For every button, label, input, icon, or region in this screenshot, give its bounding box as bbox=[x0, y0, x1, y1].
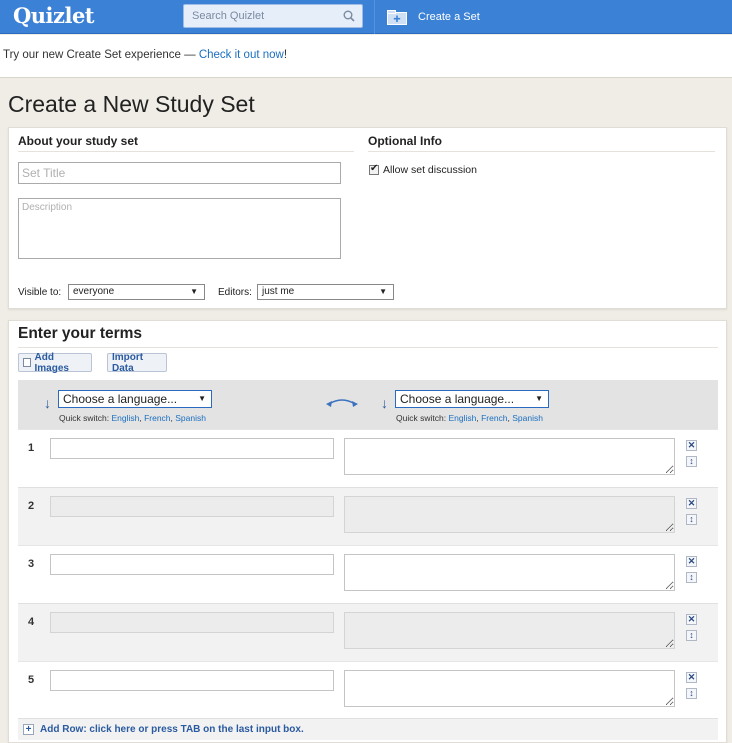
search-icon[interactable] bbox=[343, 10, 355, 22]
dropdown-arrow-icon: ▼ bbox=[190, 287, 198, 296]
term-quick-switch: Quick switch: English, French, Spanish bbox=[59, 413, 206, 423]
quick-switch-spanish[interactable]: Spanish bbox=[512, 413, 543, 423]
quick-switch-label: Quick switch: bbox=[396, 413, 449, 423]
quick-switch-spanish[interactable]: Spanish bbox=[175, 413, 206, 423]
plus-icon: + bbox=[23, 724, 34, 735]
import-data-button[interactable]: Import Data bbox=[107, 351, 167, 374]
editors-value: just me bbox=[262, 286, 295, 297]
language-bar: ↓ Choose a language... ▼ Quick switch: E… bbox=[18, 380, 718, 429]
quick-switch-english[interactable]: English bbox=[111, 413, 139, 423]
down-arrow-icon: ↓ bbox=[381, 395, 388, 411]
delete-row-icon[interactable]: ✕ bbox=[686, 556, 697, 567]
definition-input[interactable] bbox=[344, 612, 675, 649]
down-arrow-icon: ↓ bbox=[44, 395, 51, 411]
quick-switch-french[interactable]: French bbox=[144, 413, 170, 423]
study-set-info-panel: About your study set Optional Info Visib… bbox=[8, 127, 727, 309]
reorder-row-icon[interactable]: ↕ bbox=[686, 514, 697, 525]
folder-plus-icon bbox=[387, 9, 407, 25]
term-row: 3 ✕ ↕ bbox=[18, 545, 718, 603]
editors-select[interactable]: just me ▼ bbox=[257, 284, 394, 300]
reorder-row-icon[interactable]: ↕ bbox=[686, 456, 697, 467]
row-number: 3 bbox=[28, 558, 35, 570]
about-heading: About your study set bbox=[18, 134, 139, 148]
definition-input[interactable] bbox=[344, 670, 675, 707]
create-set-link[interactable]: Create a Set bbox=[387, 0, 480, 34]
add-row-label: Add Row: click here or press TAB on the … bbox=[40, 724, 304, 735]
add-images-button[interactable]: Add Images bbox=[18, 351, 92, 374]
create-set-label[interactable]: Create a Set bbox=[418, 11, 480, 23]
definition-language-select[interactable]: Choose a language... ▼ bbox=[395, 390, 549, 408]
optional-heading: Optional Info bbox=[368, 134, 442, 148]
quick-switch-label: Quick switch: bbox=[59, 413, 112, 423]
allow-discussion-label[interactable]: Allow set discussion bbox=[383, 164, 477, 176]
dropdown-arrow-icon: ▼ bbox=[198, 394, 206, 403]
optional-divider bbox=[368, 151, 715, 152]
term-language-select[interactable]: Choose a language... ▼ bbox=[58, 390, 212, 408]
definition-language-value: Choose a language... bbox=[400, 392, 515, 406]
checkbox-checked-icon[interactable] bbox=[369, 163, 379, 175]
add-row-button[interactable]: + Add Row: click here or press TAB on th… bbox=[18, 718, 718, 740]
term-language-value: Choose a language... bbox=[63, 392, 178, 406]
definition-input[interactable] bbox=[344, 438, 675, 475]
definition-quick-switch: Quick switch: English, French, Spanish bbox=[396, 413, 543, 423]
definition-input[interactable] bbox=[344, 554, 675, 591]
reorder-row-icon[interactable]: ↕ bbox=[686, 572, 697, 583]
top-bar: Quizlet Create a Set bbox=[0, 0, 732, 34]
page-title: Create a New Study Set bbox=[8, 91, 255, 117]
term-row: 1 ✕ ↕ bbox=[18, 429, 718, 487]
term-input[interactable] bbox=[50, 554, 334, 575]
definition-input[interactable] bbox=[344, 496, 675, 533]
dropdown-arrow-icon: ▼ bbox=[379, 287, 387, 296]
terms-divider bbox=[18, 347, 718, 348]
add-images-label: Add Images bbox=[34, 351, 69, 374]
row-number: 1 bbox=[28, 442, 35, 454]
quizlet-logo[interactable]: Quizlet bbox=[13, 3, 95, 28]
term-row: 4 ✕ ↕ bbox=[18, 603, 718, 661]
editors-label: Editors: bbox=[218, 287, 252, 298]
row-number: 5 bbox=[28, 674, 35, 686]
terms-heading: Enter your terms bbox=[18, 325, 143, 342]
term-row: 5 ✕ ↕ bbox=[18, 661, 718, 719]
term-input[interactable] bbox=[50, 612, 334, 633]
term-input[interactable] bbox=[50, 438, 334, 459]
banner-text: Try our new Create Set experience — bbox=[3, 49, 199, 61]
dropdown-arrow-icon: ▼ bbox=[535, 394, 543, 403]
reorder-row-icon[interactable]: ↕ bbox=[686, 630, 697, 641]
search-input[interactable] bbox=[184, 5, 334, 27]
row-number: 2 bbox=[28, 500, 35, 512]
visible-to-label: Visible to: bbox=[18, 287, 62, 298]
promo-banner: Try our new Create Set experience — Chec… bbox=[0, 35, 732, 78]
delete-row-icon[interactable]: ✕ bbox=[686, 672, 697, 683]
reorder-row-icon[interactable]: ↕ bbox=[686, 688, 697, 699]
allow-discussion-checkbox[interactable]: Allow set discussion bbox=[369, 163, 477, 176]
checkbox-icon bbox=[23, 358, 32, 367]
set-title-input[interactable] bbox=[18, 162, 341, 184]
delete-row-icon[interactable]: ✕ bbox=[686, 498, 697, 509]
banner-suffix: ! bbox=[283, 49, 288, 61]
row-number: 4 bbox=[28, 616, 35, 628]
header-divider bbox=[374, 0, 375, 34]
description-input[interactable] bbox=[18, 198, 341, 259]
about-divider bbox=[18, 151, 354, 152]
term-input[interactable] bbox=[50, 496, 334, 517]
search-box[interactable] bbox=[183, 4, 363, 28]
delete-row-icon[interactable]: ✕ bbox=[686, 614, 697, 625]
visible-to-value: everyone bbox=[73, 286, 115, 297]
banner-link[interactable]: Check it out now bbox=[199, 49, 284, 61]
quick-switch-french[interactable]: French bbox=[481, 413, 507, 423]
term-row: 2 ✕ ↕ bbox=[18, 487, 718, 545]
quick-switch-english[interactable]: English bbox=[448, 413, 476, 423]
term-input[interactable] bbox=[50, 670, 334, 691]
terms-panel: Enter your terms Add Images Import Data … bbox=[8, 320, 727, 743]
swap-languages-icon[interactable] bbox=[326, 395, 358, 409]
delete-row-icon[interactable]: ✕ bbox=[686, 440, 697, 451]
import-data-label: Import Data bbox=[112, 351, 144, 374]
visible-to-select[interactable]: everyone ▼ bbox=[68, 284, 205, 300]
